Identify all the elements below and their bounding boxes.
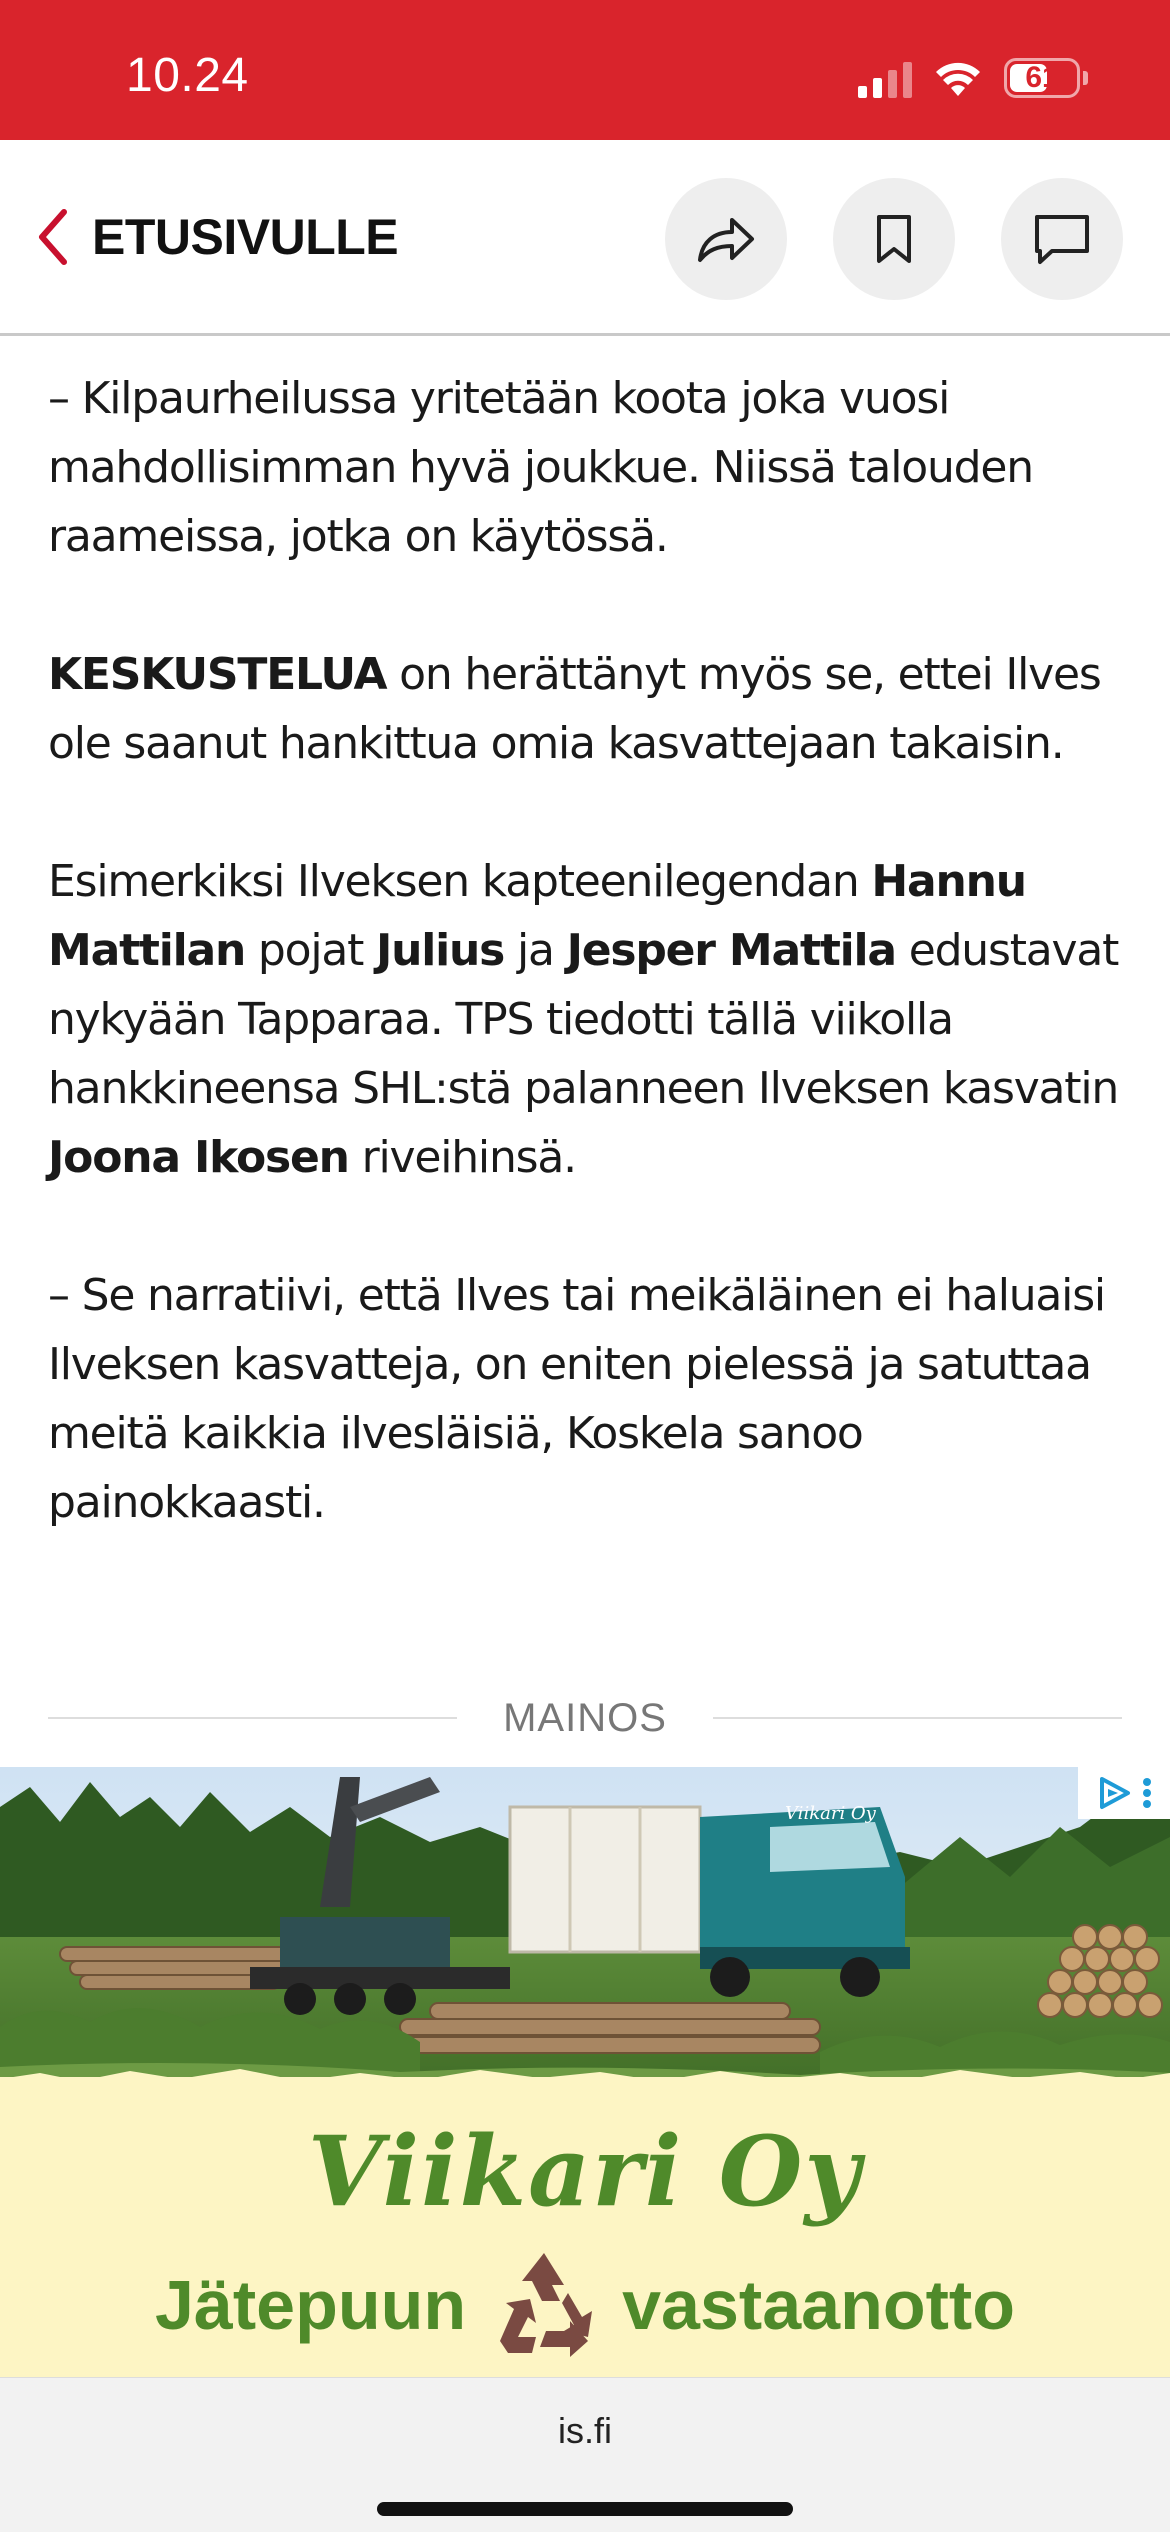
status-bar: 10.24 61 [0,0,1170,140]
article-paragraph: Esimerkiksi Ilveksen kapteenilegendan Ha… [48,856,1119,1183]
ad-choices-button[interactable] [1078,1767,1170,1819]
article-body: – Kilpaurheilussa yritetään koota joka v… [48,364,1128,1606]
ad-brand: Viikari Oy [307,2115,863,2228]
share-button[interactable] [665,178,787,300]
recycle-icon [500,2253,593,2357]
article-paragraph: – Se narratiivi, että Ilves tai meikäläi… [48,1270,1106,1528]
ad-slogan-right: vastaanotto [622,2266,1015,2344]
ad-banner[interactable]: Viikari Oy Viikari Oy Jätepuun vastaanot… [0,1767,1170,2377]
article-paragraph: KESKUSTELUA on herättänyt myös se, ettei… [48,649,1102,769]
bookmark-icon [877,215,911,263]
url-text[interactable]: is.fi [0,2410,1170,2452]
more-options-icon [1143,1778,1151,1808]
browser-address-bar[interactable]: is.fi [0,2377,1170,2532]
battery-icon: 61 [1004,58,1080,98]
cellular-signal-icon [858,60,912,98]
comment-icon [1035,215,1089,264]
article-header: ETUSIVULLE [0,140,1170,336]
back-label: ETUSIVULLE [92,209,399,265]
truck-lettering: Viikari Oy [785,1803,877,1824]
status-time: 10.24 [126,49,249,102]
ad-slogan-left: Jätepuun [154,2266,467,2344]
comments-button[interactable] [1001,178,1123,300]
bookmark-button[interactable] [833,178,955,300]
status-icons: 61 [858,54,1088,98]
paragraph-lead: KESKUSTELUA [48,649,388,700]
ad-divider: MAINOS [48,1690,1123,1746]
article-paragraph: – Kilpaurheilussa yritetään koota joka v… [48,373,1034,562]
share-icon [698,218,754,262]
battery-level: 61 [1025,61,1059,94]
back-to-front-page-button[interactable]: ETUSIVULLE [36,202,399,272]
ad-label: MAINOS [503,1695,667,1740]
ad-photo-logging-truck: Viikari Oy [0,1767,1170,2097]
wifi-icon [936,62,980,96]
ad-slogan: Jätepuun vastaanotto [0,2245,1170,2365]
adchoices-icon [1100,1777,1130,1809]
home-indicator[interactable] [377,2502,793,2516]
chevron-left-icon [39,209,67,265]
